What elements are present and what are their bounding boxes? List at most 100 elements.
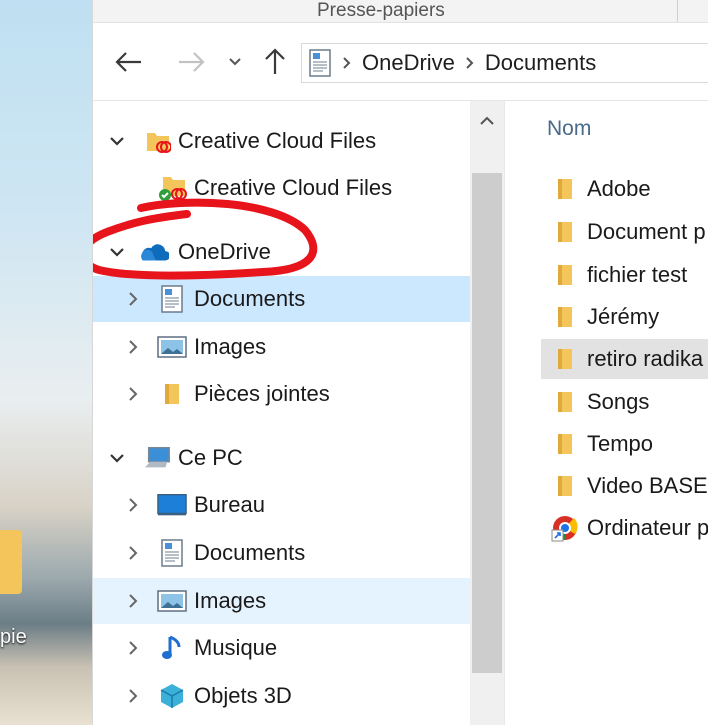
breadcrumb-chevron-icon	[465, 56, 475, 70]
navigation-pane: Creative Cloud Files Creative Cloud Files…	[93, 101, 470, 725]
nav-item-ce-pc[interactable]: Ce PC	[93, 435, 470, 481]
folder-icon	[551, 302, 579, 332]
file-item-label: Jérémy	[587, 304, 660, 329]
chevron-down-icon[interactable]	[107, 242, 127, 262]
folder-icon	[551, 471, 579, 501]
chevron-right-icon[interactable]	[123, 638, 143, 658]
nav-item-images[interactable]: Images	[93, 578, 470, 624]
chevron-right-icon[interactable]	[123, 686, 143, 706]
arrow-right-icon	[179, 51, 205, 72]
arrow-left-icon	[115, 51, 141, 72]
nav-item-label: Musique	[194, 635, 278, 660]
file-list: Nom Adobe Document p fichier test Jérémy ret…	[504, 101, 708, 725]
computer-icon	[143, 443, 173, 473]
file-item[interactable]: Adobe	[541, 169, 708, 209]
folder-icon	[551, 217, 579, 247]
file-item[interactable]: Video BASE	[541, 466, 708, 506]
nav-item-creative-cloud-files[interactable]: Creative Cloud Files	[93, 118, 470, 164]
folder-icon	[157, 379, 187, 409]
images-icon	[157, 332, 187, 362]
chevron-right-icon[interactable]	[123, 289, 143, 309]
scroll-thumb[interactable]	[472, 173, 502, 673]
file-item[interactable]: retiro radika	[541, 339, 708, 379]
forward-button[interactable]	[173, 23, 209, 100]
documents-icon	[157, 538, 187, 568]
chevron-down-icon	[229, 57, 241, 65]
chevron-down-icon[interactable]	[107, 448, 127, 468]
file-item-label: fichier test	[587, 262, 688, 287]
ribbon: Presse-papiers	[93, 0, 708, 23]
file-item-label: Ordinateur p	[587, 515, 708, 540]
desktop-folder-icon[interactable]	[0, 530, 22, 594]
nav-item-label: Ce PC	[178, 445, 243, 470]
nav-item-documents[interactable]: Documents	[93, 530, 470, 576]
file-item[interactable]: Songs	[541, 382, 708, 422]
nav-item-documents[interactable]: Documents	[93, 276, 470, 322]
nav-item-label: OneDrive	[178, 239, 271, 264]
nav-item-label: Pièces jointes	[194, 381, 330, 406]
nav-item-label: Objets 3D	[194, 683, 292, 708]
nav-item-label: Creative Cloud Files	[194, 175, 393, 200]
breadcrumb-chevron-icon	[342, 56, 352, 70]
arrow-up-icon	[265, 47, 285, 74]
nav-item-pièces-jointes[interactable]: Pièces jointes	[93, 371, 470, 417]
nav-item-label: Bureau	[194, 492, 265, 517]
back-button[interactable]	[111, 23, 147, 100]
scroll-up-button[interactable]	[470, 101, 504, 141]
onedrive-cloud-icon	[139, 237, 169, 267]
file-item-label: retiro radika	[587, 346, 704, 371]
cc-folder-icon	[143, 126, 173, 156]
breadcrumb[interactable]: OneDrive Documents	[301, 43, 708, 83]
chevron-right-icon[interactable]	[123, 591, 143, 611]
chevron-right-icon[interactable]	[123, 384, 143, 404]
documents-location-icon	[308, 49, 332, 77]
images-icon	[157, 586, 187, 616]
chevron-down-icon[interactable]	[107, 131, 127, 151]
nav-item-creative-cloud-files[interactable]: Creative Cloud Files	[93, 165, 470, 211]
column-header-name[interactable]: Nom	[547, 117, 591, 141]
cc-synced-folder-icon	[157, 173, 187, 203]
nav-item-label: Documents	[194, 286, 306, 311]
folder-icon	[551, 260, 579, 290]
desktop-wallpaper: pie	[0, 0, 92, 725]
recent-locations-button[interactable]	[223, 23, 247, 100]
navigation-scrollbar[interactable]	[470, 101, 504, 725]
address-bar: OneDrive Documents	[93, 23, 708, 101]
nav-item-label: Creative Cloud Files	[178, 128, 377, 153]
ribbon-divider	[677, 0, 678, 22]
chevron-right-icon[interactable]	[123, 543, 143, 563]
file-item[interactable]: Ordinateur p	[541, 508, 708, 548]
file-item-label: Adobe	[587, 176, 651, 201]
file-item[interactable]: Tempo	[541, 424, 708, 464]
file-item[interactable]: fichier test	[541, 255, 708, 295]
folder-icon	[551, 387, 579, 417]
nav-item-bureau[interactable]: Bureau	[93, 482, 470, 528]
chevron-right-icon[interactable]	[123, 495, 143, 515]
chrome-shortcut-icon	[551, 513, 579, 543]
folder-icon	[551, 429, 579, 459]
up-button[interactable]	[257, 23, 293, 100]
folder-icon	[551, 174, 579, 204]
chevron-right-icon[interactable]	[123, 337, 143, 357]
nav-item-objets-3d[interactable]: Objets 3D	[93, 673, 470, 719]
documents-icon	[157, 284, 187, 314]
ribbon-group-label: Presse-papiers	[317, 0, 445, 21]
desktop-icon-label: pie	[0, 626, 27, 648]
file-item-label: Document p	[587, 219, 706, 244]
nav-item-musique[interactable]: Musique	[93, 625, 470, 671]
objects-3d-icon	[157, 681, 187, 711]
chevron-up-icon	[480, 116, 494, 125]
music-icon	[157, 633, 187, 663]
file-explorer-window: Presse-papiers OneDrive Documents Creati…	[92, 0, 708, 725]
folder-icon	[551, 344, 579, 374]
breadcrumb-onedrive[interactable]: OneDrive	[362, 50, 455, 76]
file-item[interactable]: Document p	[541, 212, 708, 252]
desktop-icon	[157, 490, 187, 520]
nav-item-onedrive[interactable]: OneDrive	[93, 229, 470, 275]
file-item-label: Tempo	[587, 431, 654, 456]
file-item-label: Video BASE	[587, 473, 708, 498]
file-item[interactable]: Jérémy	[541, 297, 708, 337]
nav-item-label: Images	[194, 334, 267, 359]
breadcrumb-documents[interactable]: Documents	[485, 50, 596, 76]
nav-item-images[interactable]: Images	[93, 324, 470, 370]
